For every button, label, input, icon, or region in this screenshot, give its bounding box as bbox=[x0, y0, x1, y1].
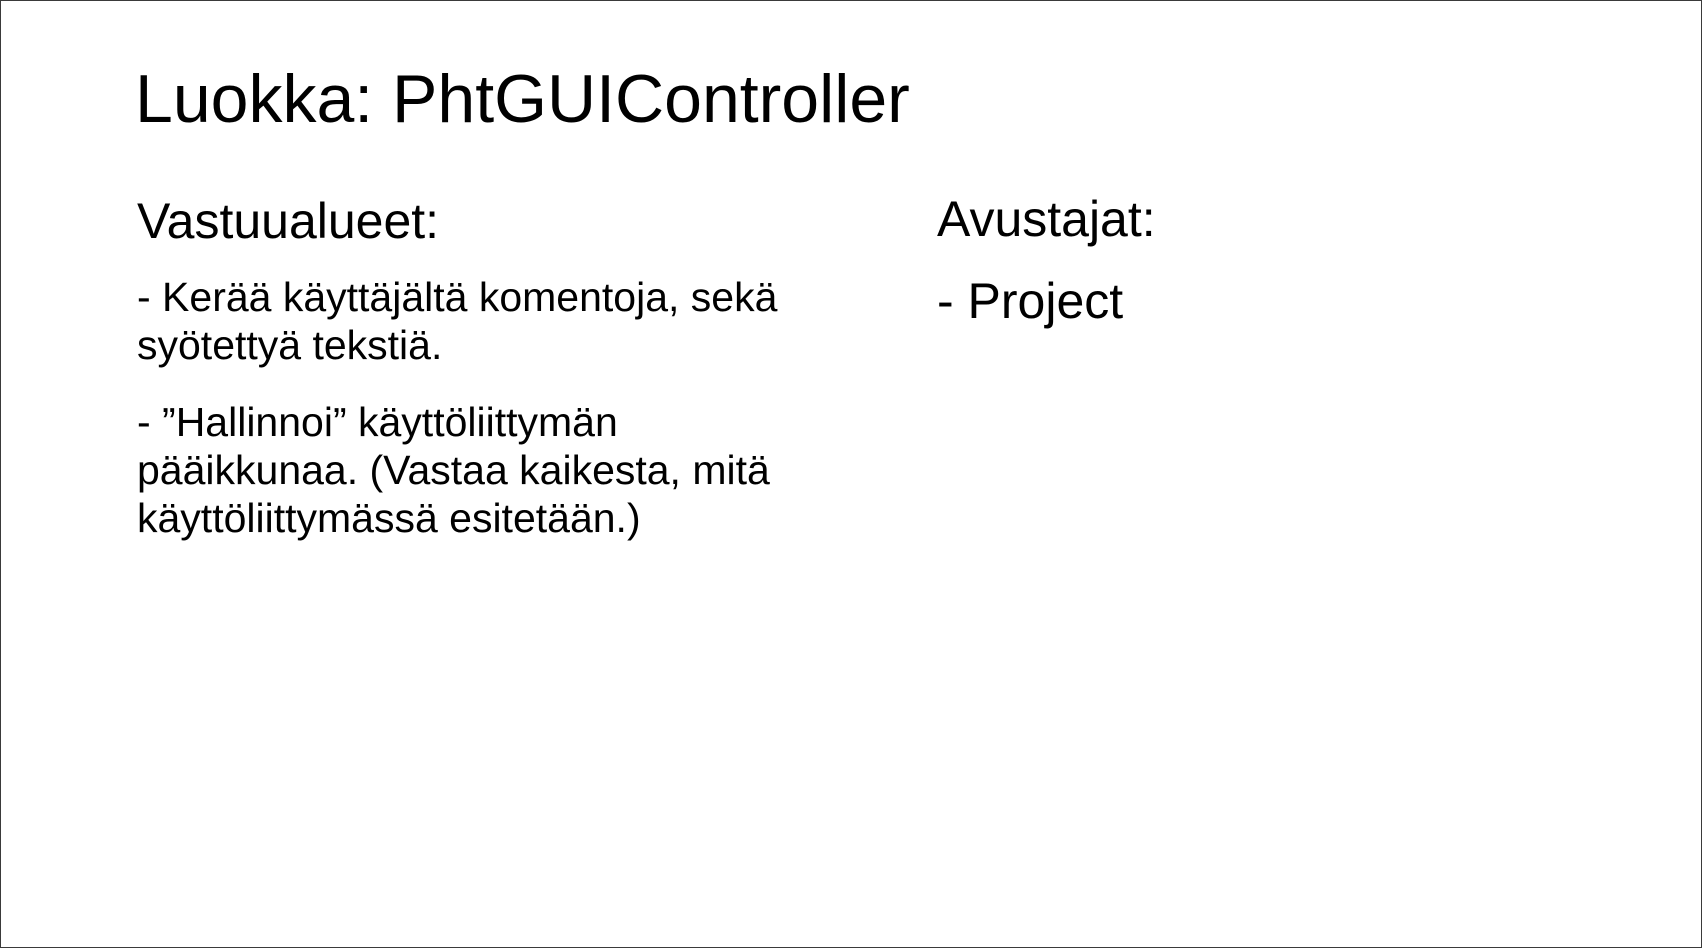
responsibilities-column: Vastuualueet: - Kerää käyttäjältä koment… bbox=[137, 191, 837, 571]
responsibility-item: - Kerää käyttäjältä komentoja, sekä syöt… bbox=[137, 274, 778, 368]
slide: Luokka: PhtGUIController Vastuualueet: -… bbox=[0, 0, 1702, 948]
collaborator-item: - Project bbox=[937, 273, 1124, 329]
collaborators-column: Avustajat: - Project bbox=[937, 189, 1637, 331]
slide-title: Luokka: PhtGUIController bbox=[135, 61, 910, 137]
responsibilities-heading: Vastuualueet: bbox=[137, 193, 440, 249]
collaborators-heading: Avustajat: bbox=[937, 191, 1156, 247]
responsibility-item: - ”Hallinnoi” käyttöliittymän pääikkunaa… bbox=[137, 399, 770, 541]
